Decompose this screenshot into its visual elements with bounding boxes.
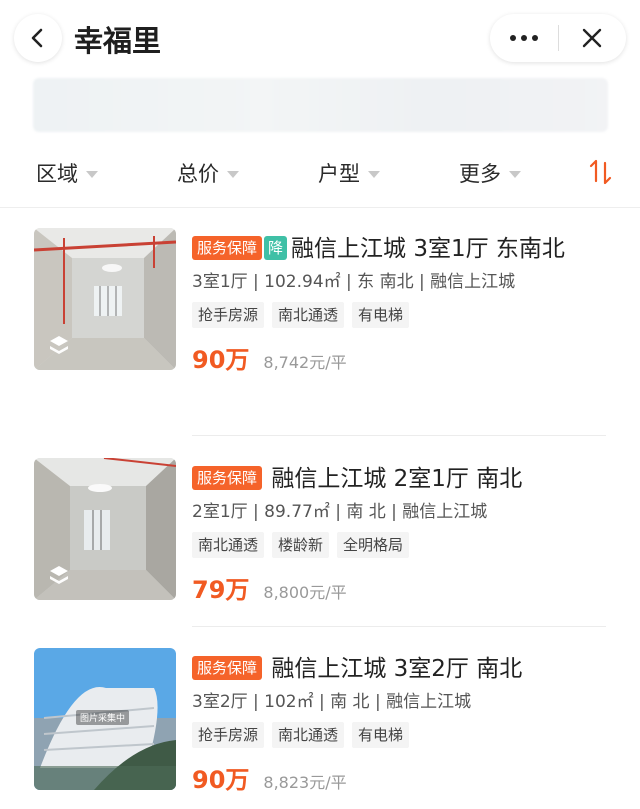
image-caption: 图片采集中 <box>76 710 130 725</box>
filter-total-price[interactable]: 总价 <box>177 158 239 188</box>
listing-photo[interactable] <box>34 458 176 600</box>
sort-icon[interactable] <box>588 158 614 186</box>
total-price: 90万 <box>192 346 250 374</box>
listing-tag: 南北通透 <box>272 302 345 328</box>
filter-bar: 区域 总价 户型 更多 <box>0 150 640 200</box>
listing-title[interactable]: 服务保障降融信上江城 3室1厅 东南北 <box>192 228 602 270</box>
caret-down-icon <box>368 170 380 178</box>
search-bar[interactable] <box>33 78 608 132</box>
listing-tag: 有电梯 <box>352 302 410 328</box>
vr-tour-icon <box>50 336 68 354</box>
listing-tags: 南北通透 楼龄新 全明格局 <box>192 532 602 558</box>
listing-info: 服务保障 融信上江城 2室1厅 南北 2室1厅 | 89.77㎡ | 南 北 |… <box>192 458 602 605</box>
unit-price: 8,823元/平 <box>263 773 347 792</box>
listing-specs: 3室2厅 | 102㎡ | 南 北 | 融信上江城 <box>192 692 472 712</box>
price-row: 90万 8,742元/平 <box>192 340 602 375</box>
page-title: 幸福里 <box>74 24 162 58</box>
listing-title-text: 融信上江城 3室1厅 东南北 <box>291 236 565 262</box>
back-arrow-icon <box>31 28 43 48</box>
more-button[interactable] <box>490 14 558 62</box>
price-drop-badge: 降 <box>264 236 288 260</box>
service-guarantee-badge: 服务保障 <box>192 466 263 490</box>
mini-program-capsule <box>490 14 626 62</box>
header-bar: 幸福里 <box>0 0 640 76</box>
filter-label: 户型 <box>318 162 360 186</box>
filter-more[interactable]: 更多 <box>459 158 521 188</box>
service-guarantee-badge: 服务保障 <box>192 656 263 680</box>
close-icon <box>583 28 602 48</box>
listing-tags: 抢手房源 南北通透 有电梯 <box>192 722 602 748</box>
filter-divider <box>0 207 640 208</box>
price-row: 90万 8,823元/平 <box>192 760 602 795</box>
listing-tag: 南北通透 <box>272 722 345 748</box>
listing-tag: 南北通透 <box>192 532 265 558</box>
listing-info: 服务保障 融信上江城 3室2厅 南北 3室2厅 | 102㎡ | 南 北 | 融… <box>192 648 602 795</box>
caret-down-icon <box>86 170 98 178</box>
listing-photo[interactable] <box>34 228 176 370</box>
filter-label: 更多 <box>459 162 501 186</box>
listing-title-text: 融信上江城 3室2厅 南北 <box>271 656 523 682</box>
listing-title[interactable]: 服务保障 融信上江城 2室1厅 南北 <box>192 458 602 500</box>
listing-divider <box>192 435 606 436</box>
listing-tag: 楼龄新 <box>272 532 330 558</box>
listing-title[interactable]: 服务保障 融信上江城 3室2厅 南北 <box>192 648 602 690</box>
total-price: 79万 <box>192 576 250 604</box>
listing-info: 服务保障降融信上江城 3室1厅 东南北 3室1厅 | 102.94㎡ | 东 南… <box>192 228 602 375</box>
more-dots-icon <box>509 35 538 41</box>
vr-tour-icon <box>50 566 68 584</box>
listing-tags: 抢手房源 南北通透 有电梯 <box>192 302 602 328</box>
listing-tag: 抢手房源 <box>192 722 265 748</box>
caret-down-icon <box>509 170 521 178</box>
close-button[interactable] <box>559 14 627 62</box>
listing-divider <box>192 626 606 627</box>
total-price: 90万 <box>192 766 250 794</box>
listing-tag: 有电梯 <box>352 722 410 748</box>
listing-tag: 全明格局 <box>337 532 410 558</box>
listing-photo[interactable]: 图片采集中 <box>34 648 176 790</box>
back-button[interactable] <box>14 14 62 62</box>
filter-label: 区域 <box>36 162 78 186</box>
service-guarantee-badge: 服务保障 <box>192 236 263 260</box>
price-row: 79万 8,800元/平 <box>192 570 602 605</box>
listing-title-text: 融信上江城 2室1厅 南北 <box>271 466 523 492</box>
unit-price: 8,800元/平 <box>263 583 347 602</box>
filter-layout[interactable]: 户型 <box>318 158 380 188</box>
caret-down-icon <box>227 170 239 178</box>
listing-specs: 2室1厅 | 89.77㎡ | 南 北 | 融信上江城 <box>192 502 488 522</box>
filter-label: 总价 <box>177 162 219 186</box>
listing-specs: 3室1厅 | 102.94㎡ | 东 南北 | 融信上江城 <box>192 272 516 292</box>
unit-price: 8,742元/平 <box>263 353 347 372</box>
filter-region[interactable]: 区域 <box>36 158 98 188</box>
listing-tag: 抢手房源 <box>192 302 265 328</box>
